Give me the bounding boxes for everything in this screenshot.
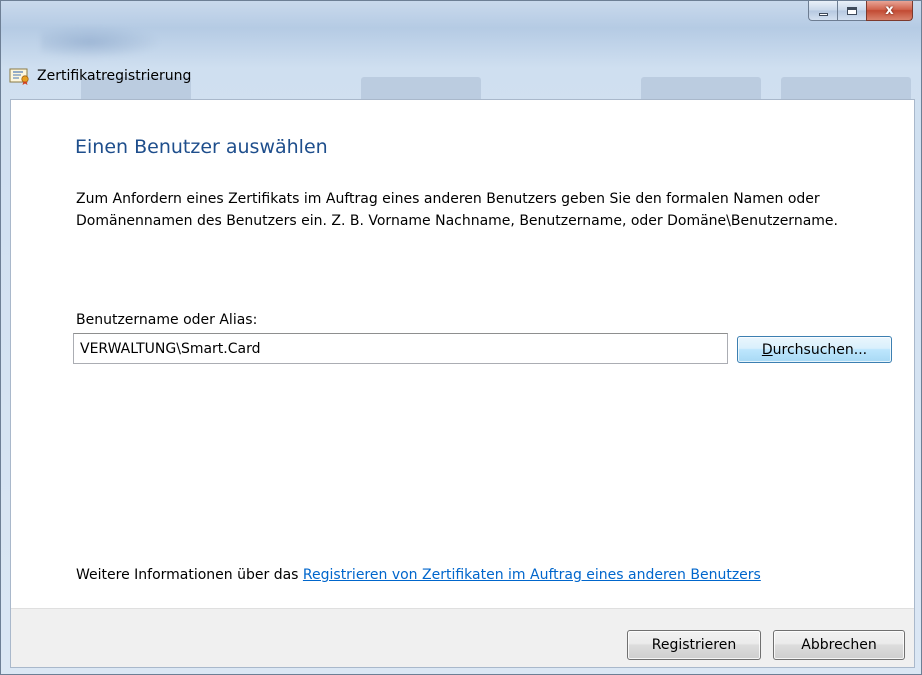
browse-label: urchsuchen... [772, 341, 868, 358]
page-heading: Einen Benutzer auswählen [75, 136, 328, 158]
enroll-on-behalf-link[interactable]: Registrieren von Zertifikaten im Auftrag… [303, 567, 761, 583]
more-info-line: Weitere Informationen über das Registrie… [76, 567, 761, 583]
close-icon: x [885, 3, 894, 18]
cancel-button[interactable]: Abbrechen [773, 630, 905, 660]
dialog-window: x Zertifikatregistrierung Einen Benutzer… [0, 0, 922, 675]
page-description: Zum Anfordern eines Zertifikats im Auftr… [76, 191, 838, 229]
browse-accelerator: D [761, 341, 773, 358]
maximize-icon [847, 6, 857, 15]
aero-background-blur [41, 25, 161, 59]
dialog-footer: Registrieren Abbrechen [11, 608, 914, 667]
more-info-prefix: Weitere Informationen über das [76, 567, 303, 583]
username-input[interactable] [73, 333, 728, 364]
minimize-icon [818, 12, 828, 16]
maximize-button[interactable] [837, 1, 866, 21]
caption-buttons: x [808, 1, 913, 23]
dialog-content: Einen Benutzer auswählen Zum Anfordern e… [10, 99, 915, 668]
register-button[interactable]: Registrieren [627, 630, 761, 660]
browse-button[interactable]: Durchsuchen... [737, 336, 892, 363]
minimize-button[interactable] [808, 1, 837, 21]
certificate-icon [9, 68, 29, 85]
title-bar: Zertifikatregistrierung [9, 63, 191, 89]
window-title: Zertifikatregistrierung [37, 68, 192, 84]
close-button[interactable]: x [866, 1, 913, 21]
username-label: Benutzername oder Alias: [76, 312, 258, 328]
